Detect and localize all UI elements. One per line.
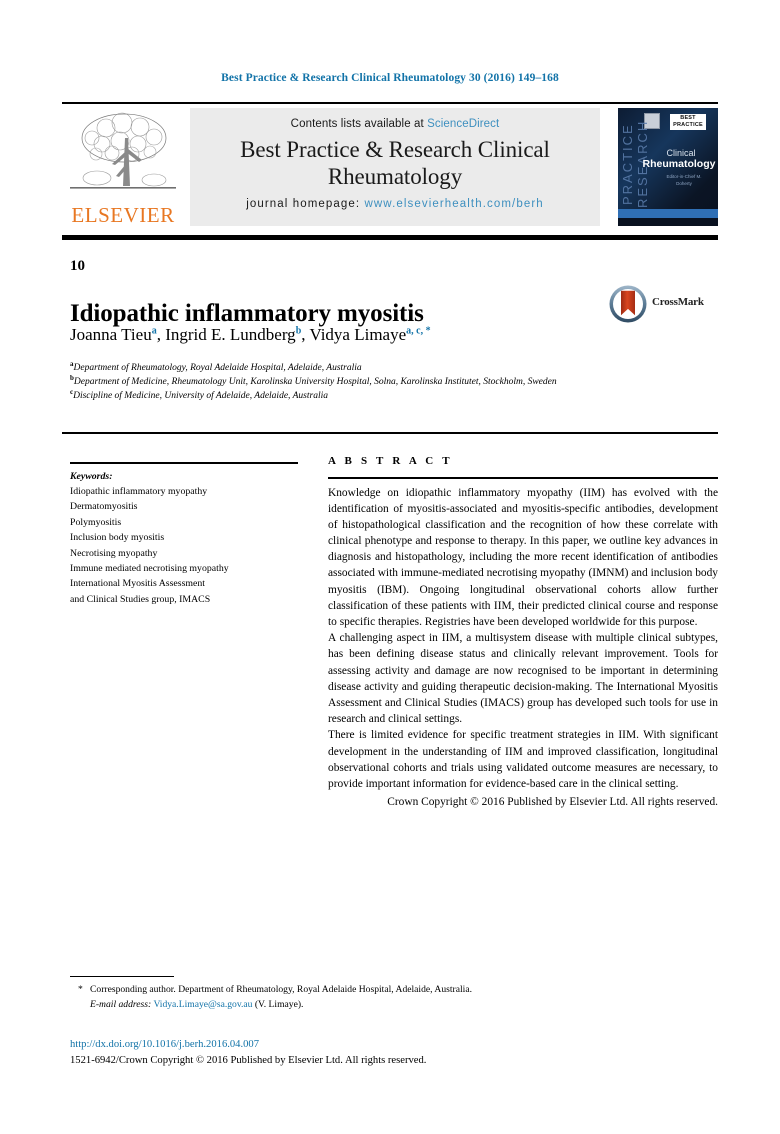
- affiliation-list: aDepartment of Rheumatology, Royal Adela…: [70, 360, 630, 404]
- author-affil-marks-1: a: [151, 325, 157, 337]
- abstract-section-top-rule: [62, 432, 718, 434]
- email-link[interactable]: Vidya.Limaye@sa.gov.au: [153, 999, 252, 1010]
- running-head: Best Practice & Research Clinical Rheuma…: [221, 72, 559, 84]
- email-line: E-mail address: Vidya.Limaye@sa.gov.au (…: [90, 998, 698, 1013]
- abstract-heading: A B S T R A C T: [328, 455, 453, 467]
- author-affil-marks-2: b: [295, 325, 302, 337]
- contents-panel: Contents lists available at ScienceDirec…: [190, 108, 600, 226]
- keyword-item: Immune mediated necrotising myopathy: [70, 563, 229, 575]
- keyword-item: Inclusion body myositis: [70, 532, 165, 544]
- author-name-3[interactable]: Vidya Limaye: [309, 325, 406, 344]
- author-name-1[interactable]: Joanna Tieu: [70, 325, 152, 344]
- affiliation-item: bDepartment of Medicine, Rheumatology Un…: [70, 374, 630, 390]
- keywords-heading: Keywords:: [70, 470, 113, 482]
- affiliation-item: cDiscipline of Medicine, University of A…: [70, 388, 630, 404]
- cover-title-line1: Clinical: [666, 148, 696, 158]
- keyword-item: Necrotising myopathy: [70, 547, 158, 559]
- keywords-block: Keywords: Idiopathic inflammatory myopat…: [70, 462, 298, 607]
- sciencedirect-link[interactable]: ScienceDirect: [427, 118, 499, 130]
- keyword-item: and Clinical Studies group, IMACS: [70, 593, 211, 605]
- cover-best-practice-badge: BEST PRACTICE: [670, 114, 706, 130]
- keyword-item: Dermatomyositis: [70, 501, 138, 513]
- author-name-2[interactable]: Ingrid E. Lundberg: [165, 325, 295, 344]
- masthead-bottom-rule: [62, 235, 718, 240]
- journal-homepage-line: journal homepage: www.elsevierhealth.com…: [190, 190, 600, 210]
- keywords-rule: [70, 462, 298, 464]
- cover-vertical-text: PRACTICE RESEARCH: [620, 119, 650, 209]
- abstract-paragraph: There is limited evidence for specific t…: [328, 729, 718, 790]
- abstract-rule: [328, 477, 718, 479]
- author-affil-marks-3: a, c, *: [406, 325, 431, 337]
- issn-copyright-line: 1521-6942/Crown Copyright © 2016 Publish…: [70, 1055, 427, 1066]
- crossmark-badge[interactable]: CrossMark: [608, 284, 718, 326]
- chapter-number: 10: [70, 258, 85, 274]
- masthead-top-rule: [62, 102, 718, 104]
- footnote-block: * Corresponding author. Department of Rh…: [78, 983, 698, 1013]
- email-label: E-mail address:: [90, 998, 152, 1010]
- journal-homepage-link[interactable]: www.elsevierhealth.com/berh: [364, 198, 543, 210]
- contents-available-line: Contents lists available at ScienceDirec…: [190, 108, 600, 130]
- keyword-item: Polymyositis: [70, 516, 122, 528]
- affiliation-text: Department of Medicine, Rheumatology Uni…: [73, 376, 557, 387]
- article-first-page: Best Practice & Research Clinical Rheuma…: [0, 0, 780, 1134]
- abstract-paragraph: A challenging aspect in IIM, a multisyst…: [328, 632, 718, 726]
- abstract-copyright: Crown Copyright © 2016 Published by Else…: [387, 796, 718, 809]
- corresponding-author-text: Corresponding author. Department of Rheu…: [90, 984, 472, 995]
- cover-title-line2: Rheumatology: [642, 158, 716, 170]
- homepage-label: journal homepage:: [246, 198, 361, 211]
- journal-masthead: ELSEVIER Contents lists available at Sci…: [62, 102, 718, 228]
- affiliation-text: Department of Rheumatology, Royal Adelai…: [73, 363, 362, 373]
- crossmark-icon: [609, 285, 647, 323]
- cover-subtitle: Editor-in-Chief M. Doherty: [666, 174, 702, 186]
- cover-accent-bar: [618, 209, 718, 218]
- journal-cover-thumbnail: PRACTICE RESEARCH BEST PRACTICE Clinical…: [618, 108, 718, 226]
- elsevier-wordmark: ELSEVIER: [71, 203, 175, 227]
- footnote-rule: [70, 976, 174, 977]
- elsevier-logo: ELSEVIER: [62, 108, 184, 226]
- keyword-item: International Myositis Assessment: [70, 578, 205, 590]
- author-list: Joanna Tieua, Ingrid E. Lundbergb, Vidya…: [70, 325, 431, 344]
- affiliation-text: Discipline of Medicine, University of Ad…: [73, 390, 328, 401]
- keyword-item: Idiopathic inflammatory myopathy: [70, 485, 208, 497]
- abstract-paragraph: Knowledge on idiopathic inflammatory myo…: [328, 486, 718, 629]
- journal-title: Best Practice & Research Clinical Rheuma…: [240, 137, 550, 190]
- affiliation-item: aDepartment of Rheumatology, Royal Adela…: [70, 360, 630, 376]
- doi-link[interactable]: http://dx.doi.org/10.1016/j.berh.2016.04…: [70, 1039, 259, 1050]
- elsevier-tree-icon: [70, 112, 176, 189]
- cover-footer-band: [618, 218, 718, 226]
- abstract-block: A B S T R A C T Knowledge on idiopathic …: [328, 455, 718, 810]
- email-suffix: (V. Limaye).: [254, 998, 304, 1010]
- crossmark-label: CrossMark: [652, 296, 704, 308]
- corresponding-author-marker: *: [78, 984, 83, 995]
- contents-prefix-text: Contents lists available at: [290, 118, 424, 130]
